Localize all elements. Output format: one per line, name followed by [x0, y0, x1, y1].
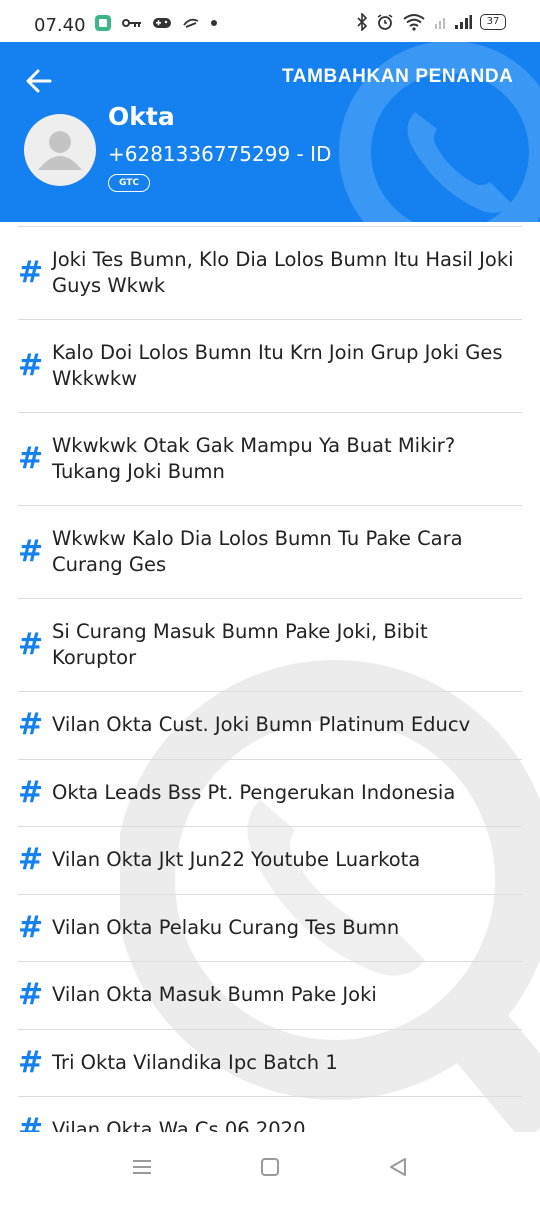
tag-item[interactable]: # Vilan Okta Jkt Jun22 Youtube Luarkota [18, 827, 522, 895]
system-nav-bar [0, 1132, 540, 1200]
battery-indicator: 37 [480, 14, 506, 30]
tag-item[interactable]: # Okta Leads Bss Pt. Pengerukan Indonesi… [18, 760, 522, 827]
hashtag-icon: # [18, 348, 44, 383]
back-triangle-icon[interactable] [387, 1156, 409, 1178]
contact-phone: +6281336775299 - ID [108, 142, 332, 166]
avatar [24, 114, 96, 186]
hashtag-icon: # [18, 627, 44, 662]
tag-item[interactable]: # Joki Tes Bumn, Klo Dia Lolos Bumn Itu … [18, 227, 522, 320]
tag-text: Joki Tes Bumn, Klo Dia Lolos Bumn Itu Ha… [52, 248, 514, 297]
tag-text: Vilan Okta Cust. Joki Bumn Platinum Educ… [52, 713, 471, 737]
tag-item[interactable]: # Si Curang Masuk Bumn Pake Joki, Bibit … [18, 599, 522, 692]
tag-text: Wkwkw Kalo Dia Lolos Bumn Tu Pake Cara C… [52, 527, 463, 576]
bluetooth-icon [357, 13, 368, 31]
app-icon [95, 15, 111, 31]
back-arrow-icon[interactable] [24, 66, 54, 96]
tag-item[interactable]: # Tri Okta Vilandika Ipc Batch 1 [18, 1030, 522, 1097]
tag-text: Tri Okta Vilandika Ipc Batch 1 [52, 1050, 338, 1074]
tag-text: Okta Leads Bss Pt. Pengerukan Indonesia [52, 780, 456, 804]
tag-item[interactable]: # Vilan Okta Masuk Bumn Pake Joki [18, 962, 522, 1030]
tag-item[interactable]: # Vilan Okta Wa Cs 06 2020 [18, 1097, 522, 1133]
hashtag-icon: # [18, 1112, 44, 1133]
tag-text: Vilan Okta Pelaku Curang Tes Bumn [52, 915, 400, 939]
hashtag-icon: # [18, 707, 44, 743]
hashtag-icon: # [18, 774, 44, 810]
add-tag-button[interactable]: TAMBAHKAN PENANDA [282, 66, 514, 88]
signal-icon [455, 15, 472, 29]
tag-text: Kalo Doi Lolos Bumn Itu Krn Join Grup Jo… [52, 341, 503, 390]
no-signal-icon [435, 18, 445, 29]
tag-text: Vilan Okta Masuk Bumn Pake Joki [52, 983, 377, 1007]
contact-name: Okta [108, 102, 175, 131]
tag-item[interactable]: # Kalo Doi Lolos Bumn Itu Krn Join Grup … [18, 320, 522, 413]
hashtag-icon: # [18, 1044, 44, 1080]
tag-list[interactable]: # Joki Tes Bumn, Klo Dia Lolos Bumn Itu … [18, 226, 522, 1133]
tag-item[interactable]: # Wkwkwk Otak Gak Mampu Ya Buat Mikir? T… [18, 413, 522, 506]
mail-icon [183, 18, 199, 28]
person-icon [38, 131, 82, 170]
hashtag-icon: # [18, 909, 44, 945]
hashtag-icon: # [18, 977, 44, 1013]
status-time: 07.40 [34, 15, 86, 36]
menu-icon[interactable] [131, 1156, 153, 1178]
tag-item[interactable]: # Vilan Okta Pelaku Curang Tes Bumn [18, 895, 522, 962]
carrier-badge: GTC [108, 174, 150, 192]
tag-item[interactable]: # Wkwkw Kalo Dia Lolos Bumn Tu Pake Cara… [18, 506, 522, 599]
notification-icons [94, 14, 218, 32]
tag-text: Vilan Okta Wa Cs 06 2020 [52, 1118, 306, 1133]
hashtag-icon: # [18, 842, 44, 878]
alarm-icon [377, 14, 393, 30]
wifi-icon [403, 14, 425, 31]
gamepad-icon [153, 18, 171, 28]
tag-text: Wkwkwk Otak Gak Mampu Ya Buat Mikir? Tuk… [52, 434, 456, 483]
home-square-icon[interactable] [259, 1156, 281, 1178]
key-icon [122, 19, 141, 27]
hashtag-icon: # [18, 534, 44, 569]
tag-text: Vilan Okta Jkt Jun22 Youtube Luarkota [52, 848, 421, 872]
status-bar: 07.40 37 [0, 0, 540, 42]
hashtag-icon: # [18, 255, 44, 290]
contact-header: TAMBAHKAN PENANDA Okta +6281336775299 - … [0, 42, 540, 222]
dot-icon [211, 20, 217, 26]
tag-item[interactable]: # Vilan Okta Cust. Joki Bumn Platinum Ed… [18, 692, 522, 760]
hashtag-icon: # [18, 441, 44, 476]
tag-text: Si Curang Masuk Bumn Pake Joki, Bibit Ko… [52, 620, 428, 669]
system-icons: 37 [356, 13, 506, 31]
